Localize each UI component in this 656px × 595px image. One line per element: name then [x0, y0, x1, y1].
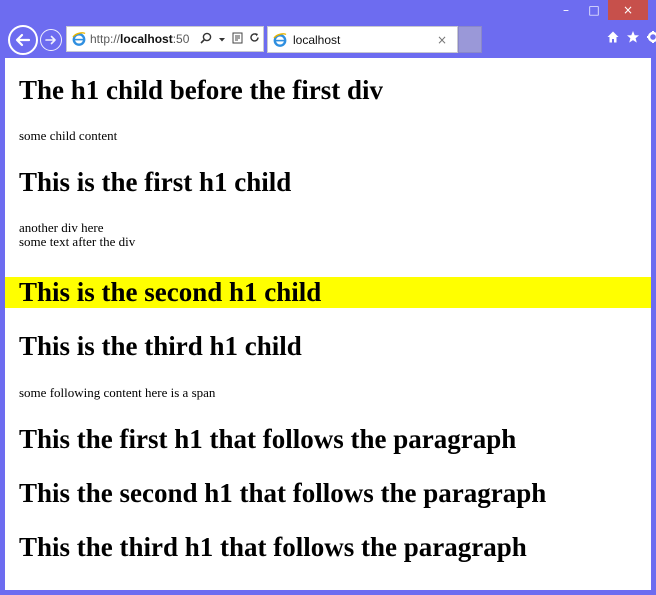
- maximize-button[interactable]: □: [580, 0, 608, 20]
- heading-before-first-div: The h1 child before the first div: [19, 75, 383, 105]
- ie-logo-icon: [72, 32, 86, 46]
- first-h1-after-paragraph: This the first h1 that follows the parag…: [19, 424, 517, 454]
- third-h1-child: This is the third h1 child: [19, 331, 302, 361]
- back-button[interactable]: [8, 25, 38, 55]
- dropdown-icon[interactable]: [218, 32, 226, 46]
- tab-close-icon[interactable]: ×: [437, 33, 447, 47]
- tab-localhost[interactable]: localhost ×: [267, 26, 458, 53]
- search-icon[interactable]: [200, 32, 212, 47]
- settings-gear-icon[interactable]: [646, 30, 656, 48]
- text-after-div: some text after the div: [19, 234, 136, 249]
- another-div-text: another div here: [19, 220, 104, 235]
- tab-title: localhost: [293, 32, 341, 47]
- child-content-text: some child content: [19, 128, 118, 143]
- window-controls: – □ ×: [552, 0, 648, 22]
- close-window-button[interactable]: ×: [608, 0, 648, 20]
- minimize-button[interactable]: –: [552, 0, 580, 20]
- second-h1-after-paragraph: This the second h1 that follows the para…: [19, 478, 547, 508]
- page-content: The h1 child before the first div some c…: [5, 58, 651, 590]
- home-icon[interactable]: [606, 30, 620, 48]
- forward-button[interactable]: [40, 29, 62, 51]
- new-tab-button[interactable]: [458, 26, 482, 53]
- favorites-star-icon[interactable]: [626, 30, 640, 48]
- following-content-text: some following content here is a span: [19, 385, 216, 400]
- toolbar-icons: [606, 30, 656, 48]
- navigation-bar: http://localhost:50 localhost ×: [0, 22, 656, 58]
- address-bar[interactable]: http://localhost:50: [66, 26, 264, 52]
- url-text[interactable]: http://localhost:50: [90, 32, 197, 46]
- browser-window: – □ × http://localhost:50 localhost × Th…: [0, 0, 656, 595]
- compat-view-icon[interactable]: [232, 32, 243, 47]
- first-h1-child: This is the first h1 child: [19, 167, 292, 197]
- forward-arrow-icon: [45, 35, 56, 45]
- third-h1-after-paragraph: This the third h1 that follows the parag…: [19, 532, 527, 562]
- ie-logo-icon: [273, 32, 287, 47]
- title-bar: – □ × http://localhost:50 localhost ×: [0, 0, 656, 58]
- back-arrow-icon: [15, 33, 31, 47]
- second-h1-child-highlighted: This is the second h1 child: [5, 277, 651, 308]
- refresh-icon[interactable]: [249, 32, 260, 46]
